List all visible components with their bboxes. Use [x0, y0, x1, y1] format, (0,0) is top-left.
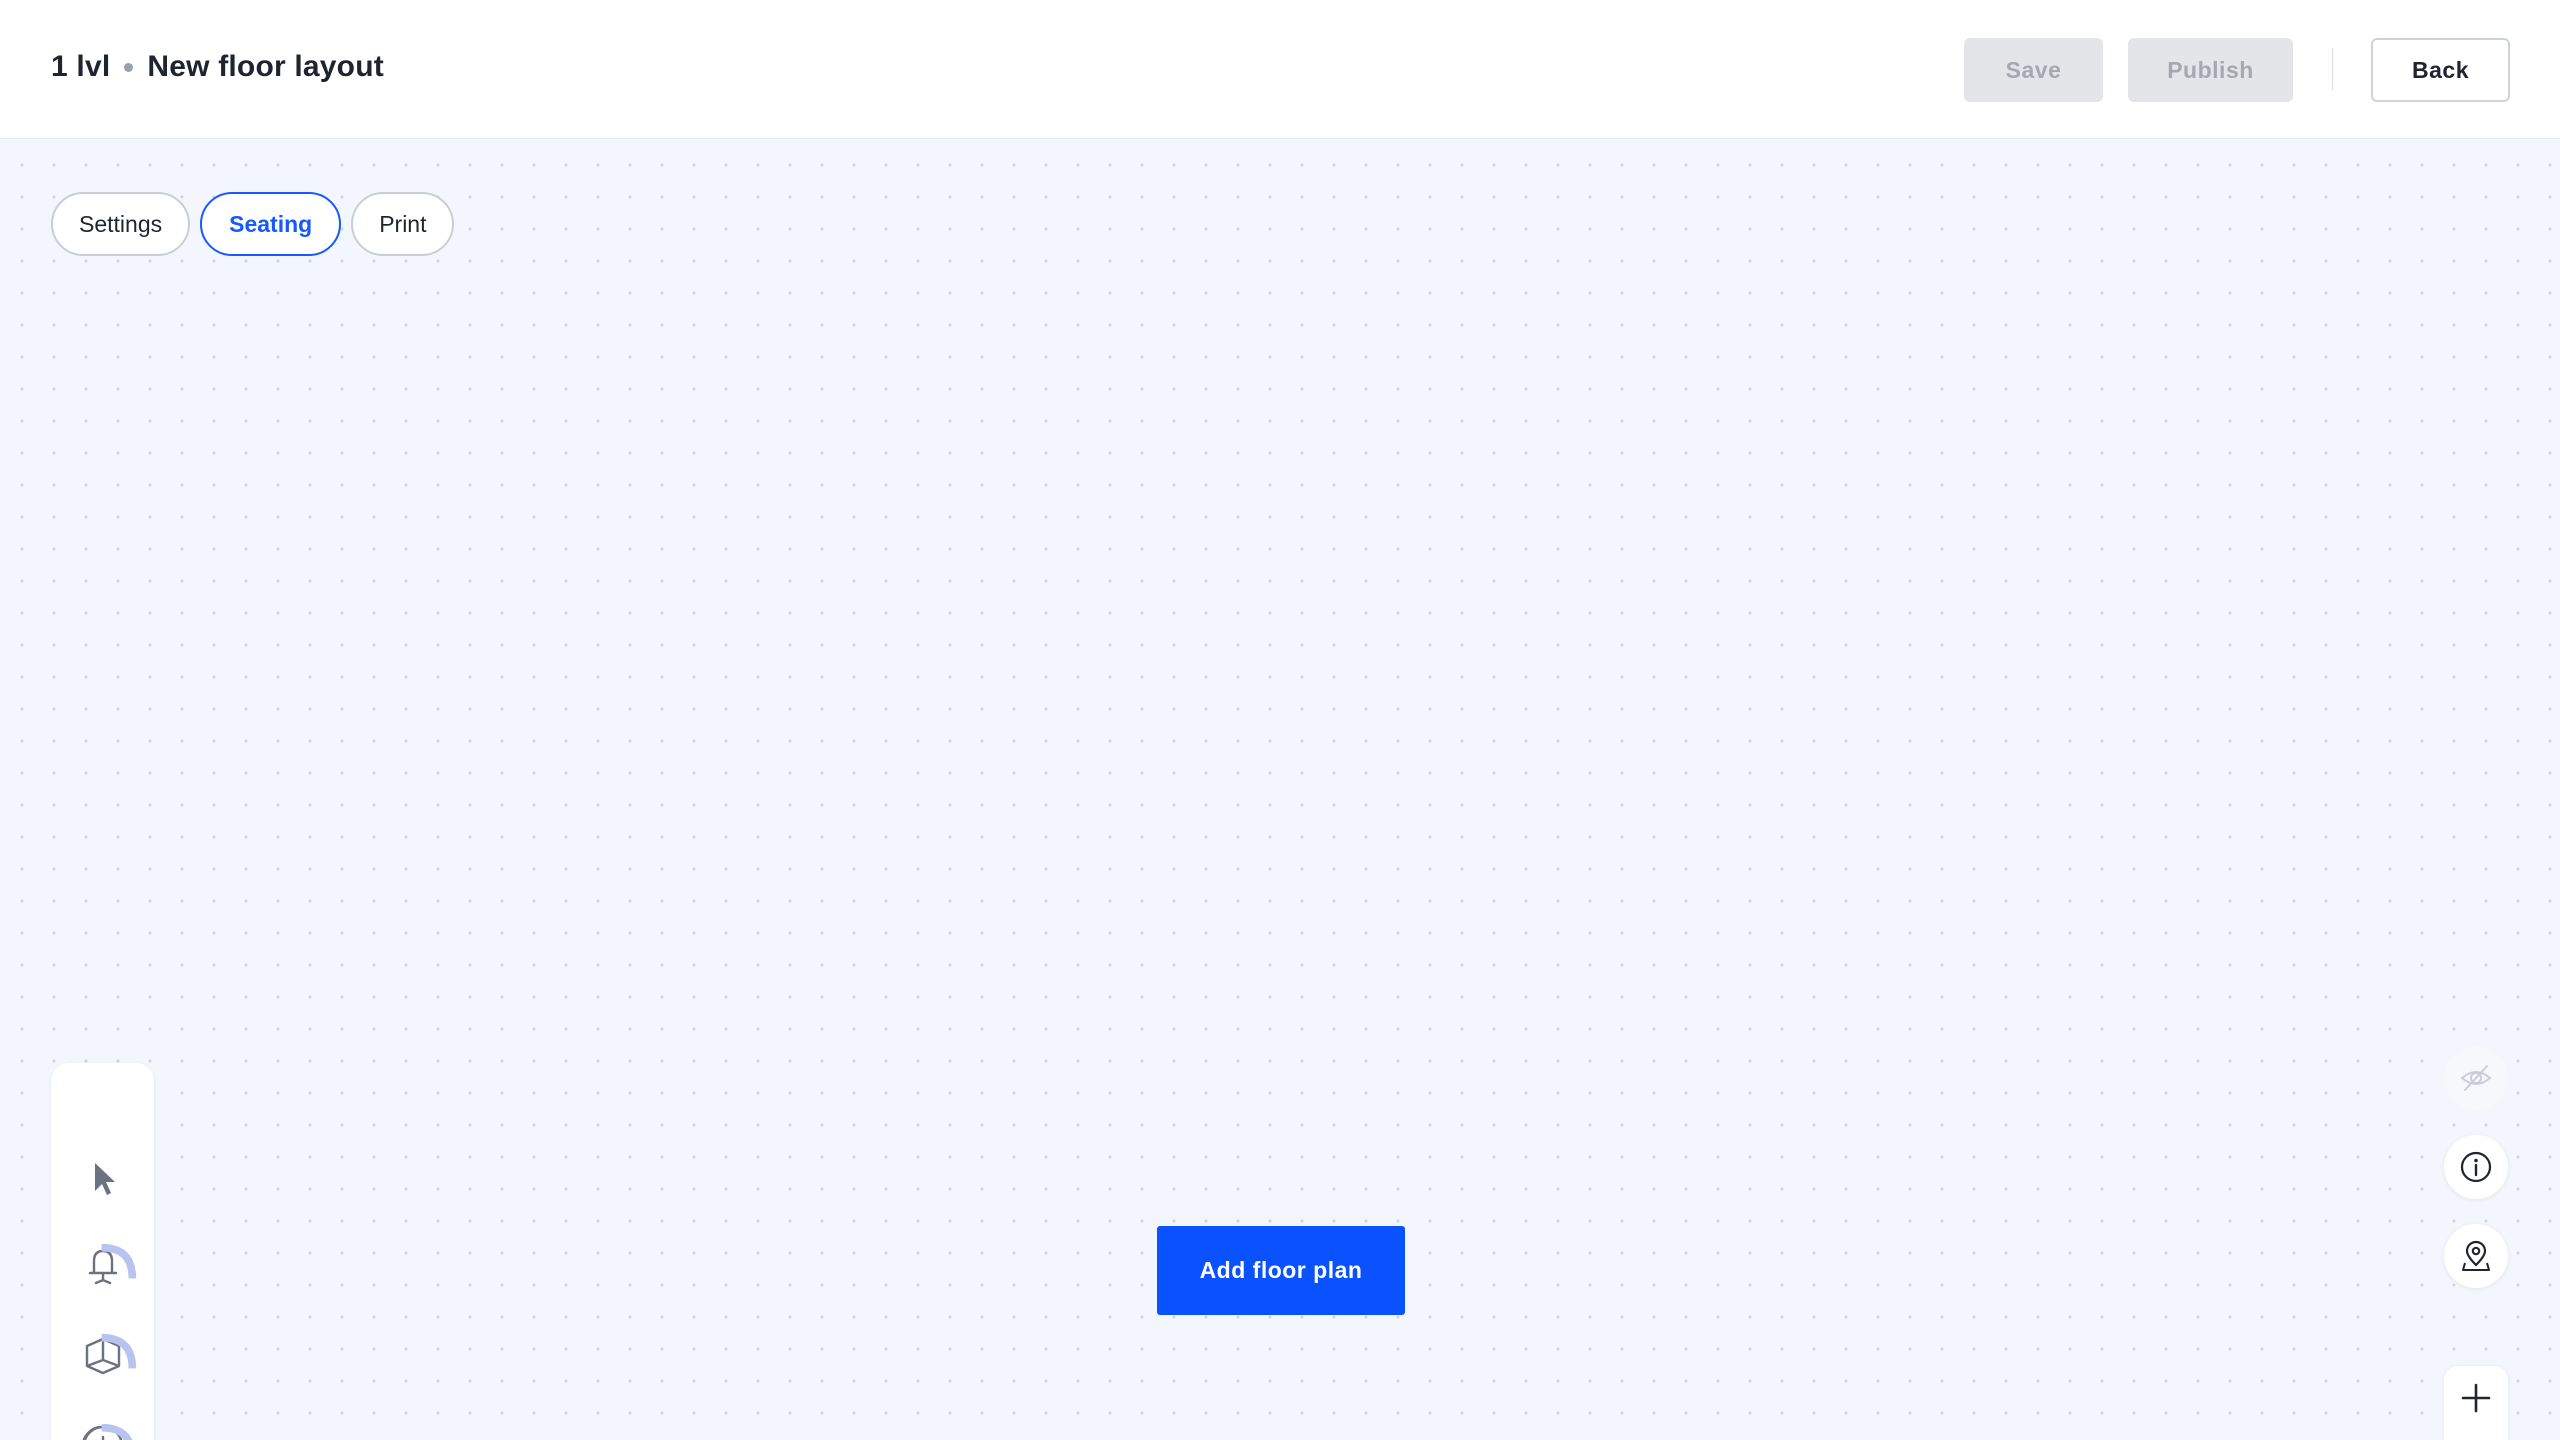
tool-palette — [51, 1063, 154, 1440]
locate-button[interactable] — [2444, 1224, 2508, 1288]
tab-print[interactable]: Print — [351, 192, 455, 256]
breadcrumb-level[interactable]: 1 lvl — [51, 50, 110, 84]
breadcrumb-separator — [124, 62, 134, 72]
submenu-corner-icon — [101, 1243, 137, 1279]
add-floor-plan-button[interactable]: Add floor plan — [1157, 1226, 1405, 1315]
header-divider — [2332, 48, 2333, 90]
hide-icon — [2460, 1065, 2492, 1091]
zoom-controls — [2444, 1366, 2508, 1440]
save-button[interactable]: Save — [1964, 38, 2103, 102]
back-button[interactable]: Back — [2371, 38, 2510, 102]
location-pin-icon — [2462, 1240, 2490, 1271]
submenu-corner-icon — [101, 1423, 133, 1440]
info-button[interactable] — [2444, 1135, 2508, 1199]
room-tool-button[interactable] — [51, 1316, 154, 1396]
zoom-in-button[interactable] — [2444, 1366, 2508, 1430]
mode-tabs: Settings Seating Print — [51, 192, 455, 256]
pointer-icon — [94, 1163, 115, 1195]
zoom-in-icon — [2461, 1383, 2491, 1413]
select-tool-button[interactable] — [51, 1138, 154, 1218]
info-icon — [2460, 1151, 2492, 1183]
tab-settings[interactable]: Settings — [51, 192, 191, 256]
top-bar: 1 lvl New floor layout Save Publish Back — [0, 0, 2560, 139]
seat-tool-button[interactable] — [51, 1226, 154, 1306]
page-title: New floor layout — [147, 50, 384, 83]
publish-button[interactable]: Publish — [2128, 38, 2293, 102]
tab-seating[interactable]: Seating — [200, 192, 342, 256]
submenu-corner-icon — [101, 1333, 137, 1369]
toggle-visibility-button[interactable] — [2444, 1046, 2508, 1110]
breadcrumb: 1 lvl New floor layout — [51, 50, 384, 84]
add-marker-tool-button[interactable] — [51, 1406, 154, 1440]
